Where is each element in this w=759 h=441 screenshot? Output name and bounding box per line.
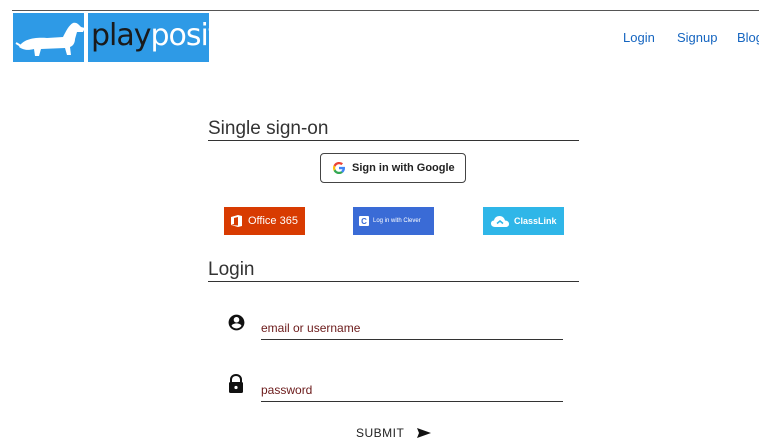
nav-blog-link[interactable]: Blog [737,30,759,45]
nav-login-link[interactable]: Login [623,30,655,45]
lock-icon [229,374,243,393]
sso-divider [208,140,579,141]
password-field[interactable] [261,379,563,402]
send-icon [417,428,432,438]
dachshund-icon [15,22,85,57]
logo-wordmark: playposit [91,18,220,53]
office365-signin-button[interactable]: Office 365 [224,207,305,235]
classlink-signin-button[interactable]: ClassLink [483,207,564,235]
svg-text:C: C [361,217,367,226]
google-g-icon [333,162,345,174]
logo-divider [84,13,88,62]
google-signin-button[interactable]: Sign in with Google [320,153,466,183]
classlink-cloud-icon [491,216,509,227]
logo-text-posit: posit [150,18,220,53]
login-section-title: Login [208,259,255,280]
sso-section-title: Single sign-on [208,118,329,139]
login-divider [208,281,579,282]
clever-icon: C [359,216,369,226]
classlink-label: ClassLink [514,216,557,226]
office-icon [231,215,242,227]
logo-text-play: play [91,18,152,53]
office365-label: Office 365 [248,215,298,227]
submit-label: SUBMIT [356,426,405,440]
submit-button[interactable]: SUBMIT [356,426,432,440]
clever-label: Log in with Clever [373,218,421,224]
username-field[interactable] [261,317,563,340]
nav-signup-link[interactable]: Signup [677,30,717,45]
top-border [12,10,759,11]
account-circle-icon [228,314,245,331]
playposit-logo[interactable]: playposit [13,13,220,62]
google-signin-label: Sign in with Google [352,162,455,174]
clever-signin-button[interactable]: C Log in with Clever [353,207,434,235]
